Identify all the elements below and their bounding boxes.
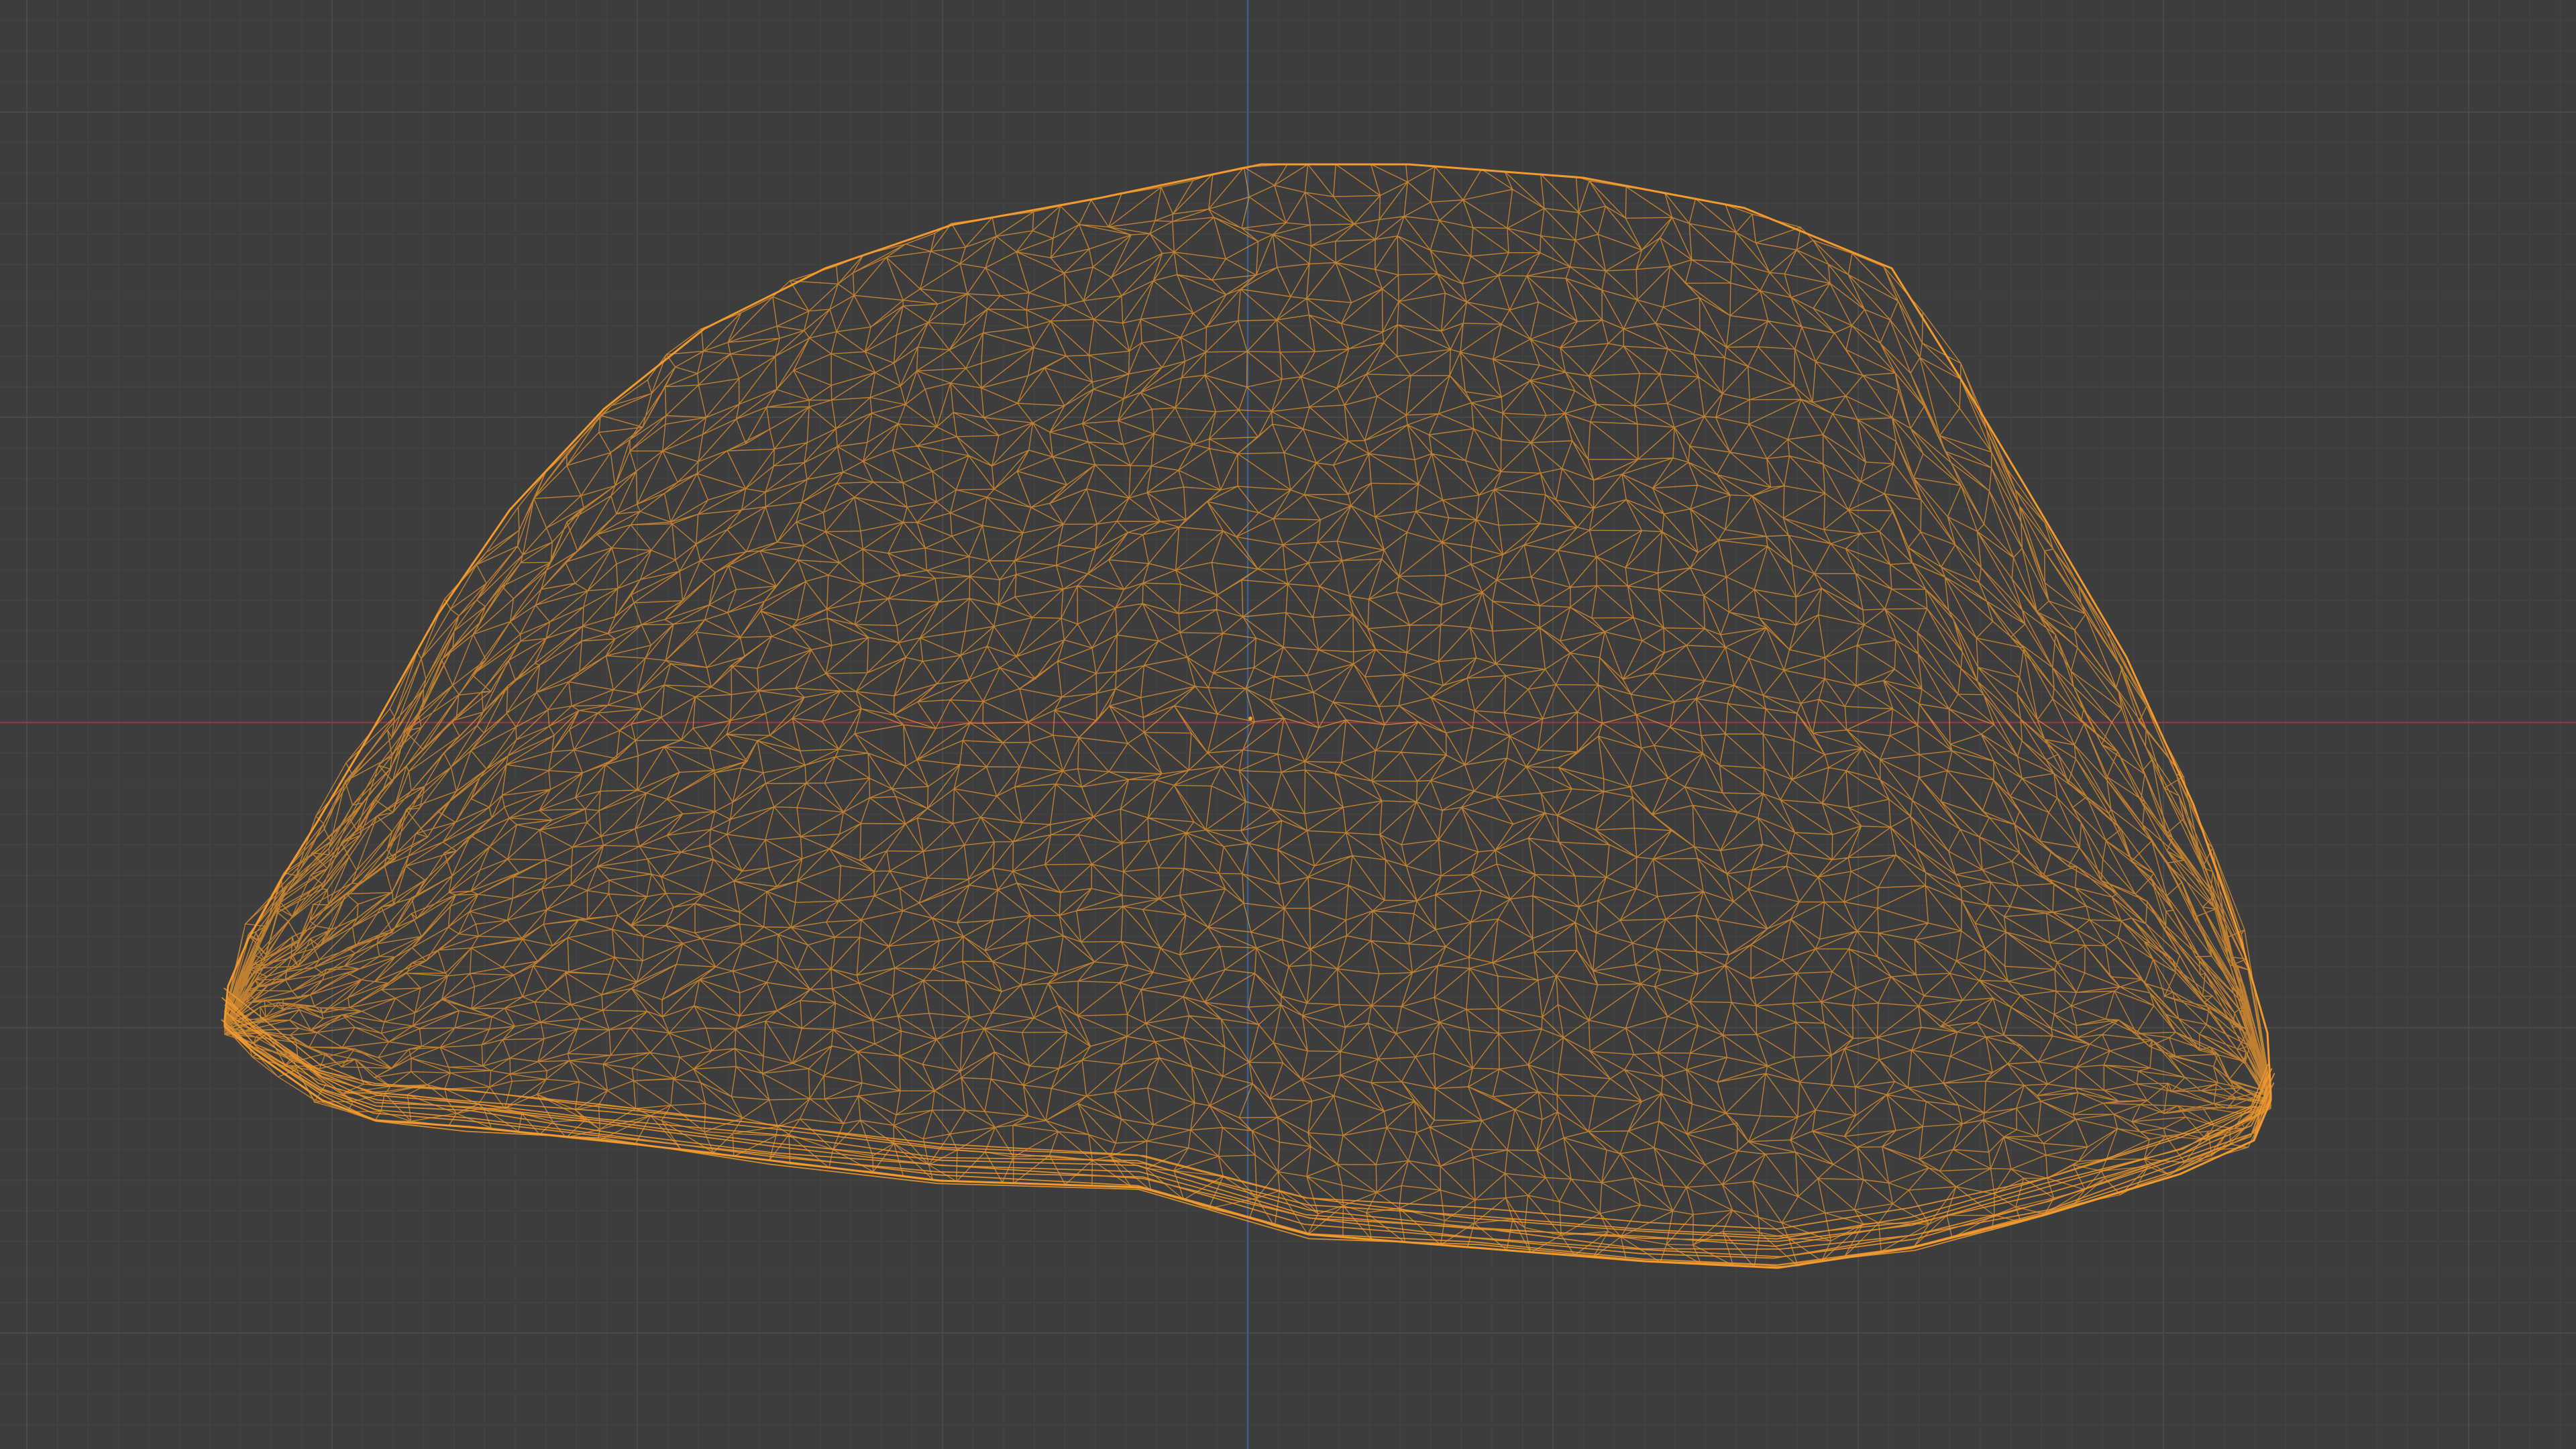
object-origin-point[interactable]: [1248, 716, 1252, 720]
viewport-scene[interactable]: [0, 0, 2576, 1449]
3d-viewport[interactable]: [0, 0, 2576, 1449]
